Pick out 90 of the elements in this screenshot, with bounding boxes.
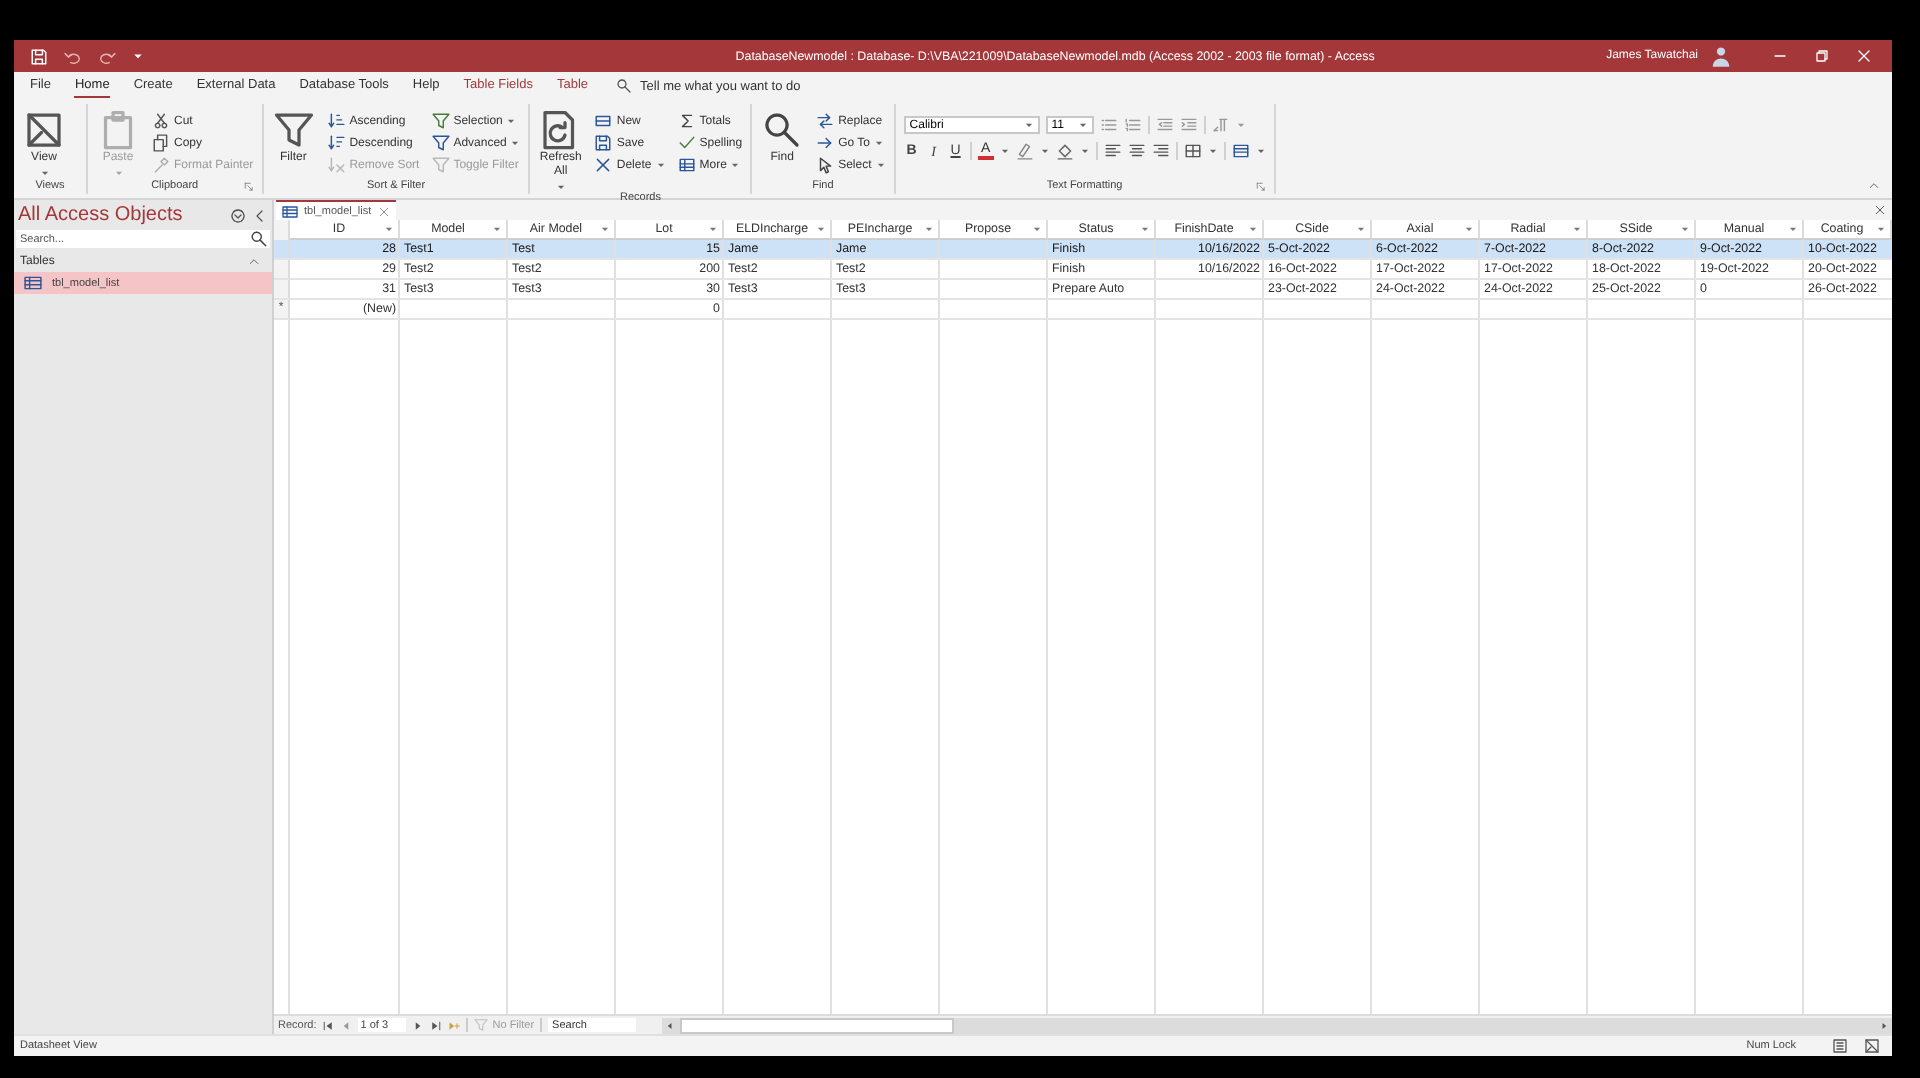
copy-icon — [152, 134, 170, 152]
dialog-launcher-icon[interactable] — [243, 182, 254, 192]
caret-icon — [1356, 224, 1366, 234]
chevron-up-icon[interactable] — [248, 256, 260, 268]
dialog-launcher-icon[interactable] — [1255, 182, 1266, 192]
fill-bucket-icon[interactable] — [1055, 142, 1074, 160]
table-icon — [24, 274, 42, 292]
caret-icon — [655, 160, 666, 170]
caret-icon — [492, 224, 502, 234]
outdent-icon[interactable] — [1155, 116, 1174, 134]
caret-icon[interactable] — [1079, 146, 1090, 156]
square-diagonal-icon — [24, 110, 64, 150]
restore-icon[interactable] — [1814, 48, 1830, 64]
caret-icon — [1023, 120, 1034, 130]
numbered-list-icon[interactable] — [1123, 116, 1142, 134]
caret-icon — [555, 181, 566, 192]
scissors-icon — [152, 112, 170, 130]
caret-icon — [708, 224, 718, 234]
redo-icon[interactable] — [98, 47, 116, 65]
caret-icon — [1140, 224, 1150, 234]
square-diagonal-icon[interactable] — [1864, 1038, 1880, 1054]
grid-icon — [677, 156, 696, 174]
left-arrow-icon — [664, 1019, 677, 1031]
table-icon — [282, 203, 298, 219]
chevron-left-icon[interactable] — [252, 207, 268, 223]
align-right-icon[interactable] — [1151, 142, 1170, 160]
indent-icon[interactable] — [1179, 116, 1198, 134]
search-icon — [762, 110, 803, 150]
pane-title: All Access Objects — [18, 204, 185, 226]
caret-icon — [1572, 224, 1582, 234]
caret-icon[interactable] — [1255, 146, 1266, 156]
sort-icon — [327, 112, 346, 130]
caret-icon — [1464, 224, 1474, 234]
save-icon — [594, 134, 613, 152]
caret-icon[interactable] — [1039, 146, 1050, 156]
caret-icon — [510, 138, 521, 148]
caret-icon[interactable] — [1207, 146, 1218, 156]
sigma-icon — [677, 112, 696, 130]
close-icon[interactable] — [377, 205, 390, 217]
caret-icon — [1876, 224, 1886, 234]
caret-icon — [875, 160, 886, 170]
funnel-icon — [474, 1018, 489, 1032]
check-icon — [677, 134, 696, 152]
avatar-icon[interactable] — [1710, 45, 1732, 67]
right-arrow-icon — [1878, 1019, 1890, 1031]
align-left-icon[interactable] — [1103, 142, 1122, 160]
caret-icon — [1077, 120, 1088, 130]
caret-icon — [39, 167, 49, 178]
table-icon — [594, 112, 613, 130]
cursor-icon — [816, 156, 835, 174]
clipboard-icon — [98, 110, 138, 150]
caret-icon — [384, 224, 394, 234]
caret-icon — [113, 167, 123, 178]
arrow-right-icon — [816, 134, 835, 152]
chevron-up-icon[interactable] — [1868, 180, 1880, 192]
paragraph-direction-icon[interactable] — [1211, 116, 1230, 134]
caret-icon — [506, 116, 517, 126]
search-icon — [616, 78, 633, 94]
caret-icon — [924, 224, 934, 234]
caret-icon — [874, 138, 884, 148]
delete-icon — [594, 156, 613, 174]
first-record-icon[interactable] — [322, 1019, 335, 1031]
undo-icon[interactable] — [64, 47, 82, 65]
sort-clear-icon — [327, 156, 346, 174]
caret-icon — [600, 224, 610, 234]
last-record-icon[interactable] — [430, 1019, 443, 1031]
caret-icon — [1680, 224, 1690, 234]
close-icon[interactable] — [1874, 204, 1886, 216]
align-center-icon[interactable] — [1127, 142, 1146, 160]
caret-icon — [730, 160, 741, 170]
swap-arrows-icon — [816, 112, 835, 130]
sort-icon — [327, 134, 346, 152]
caret-icon — [816, 224, 826, 234]
caret-icon[interactable] — [132, 50, 144, 62]
circle-chevron-icon[interactable] — [230, 207, 246, 223]
brush-icon — [152, 156, 170, 174]
highlighter-icon[interactable] — [1015, 142, 1034, 160]
save-icon[interactable] — [30, 47, 48, 65]
search-icon[interactable] — [250, 230, 268, 248]
form-view-icon[interactable] — [1832, 1038, 1848, 1054]
funnel-icon — [273, 110, 314, 150]
scrollbar-thumb[interactable] — [680, 1017, 954, 1033]
caret-icon — [1032, 224, 1042, 234]
bullet-list-icon[interactable] — [1099, 116, 1118, 134]
alternate-rows-icon[interactable] — [1231, 142, 1250, 160]
caret-icon[interactable] — [999, 146, 1010, 156]
caret-icon — [1788, 224, 1798, 234]
caret-icon — [1248, 224, 1258, 234]
gridlines-icon[interactable] — [1183, 142, 1202, 160]
horizontal-scrollbar[interactable] — [662, 1017, 1892, 1033]
